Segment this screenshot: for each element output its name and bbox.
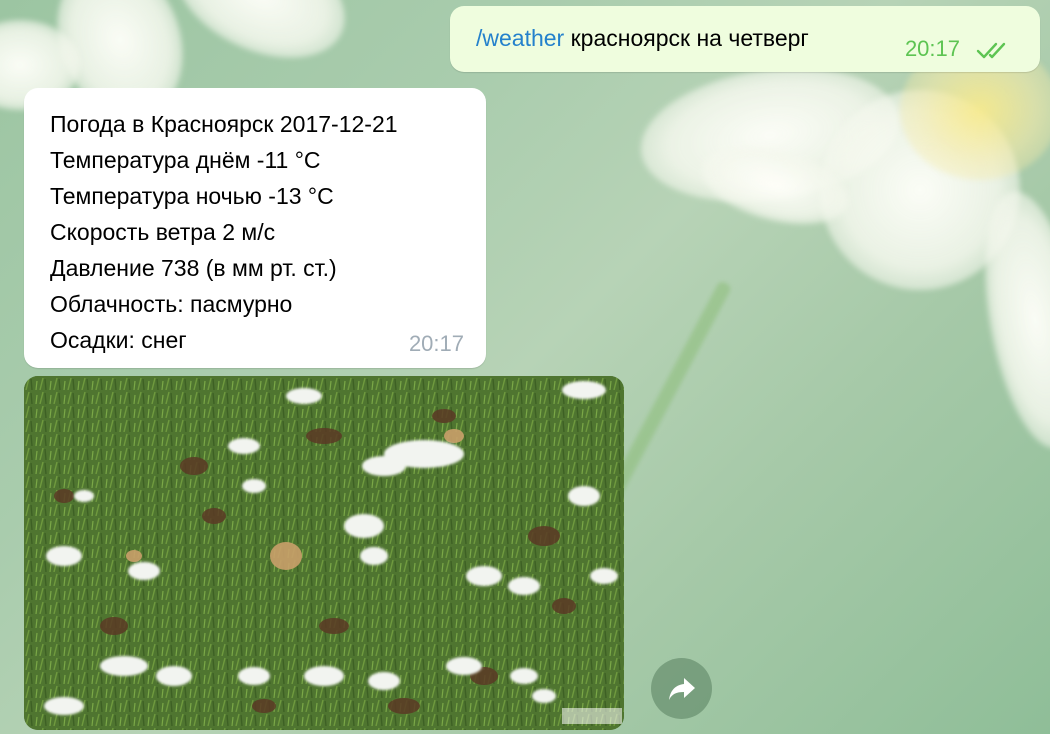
incoming-message-time: 20:17 [408,331,464,356]
share-button[interactable] [651,658,712,719]
weather-wind-line: Скорость ветра 2 м/с [50,219,276,245]
weather-precipitation-line: Осадки: снег [50,327,187,353]
outgoing-message-body: красноярск на четверг [564,25,809,51]
weather-title-line: Погода в Красноярск 2017-12-21 [50,111,398,137]
weather-cloudiness-line: Облачность: пасмурно [50,291,293,317]
outgoing-message-text: /weather красноярск на четверг [476,25,809,52]
incoming-message-bubble[interactable]: Погода в Красноярск 2017-12-21 Температу… [24,88,486,368]
outgoing-message-bubble[interactable]: /weather красноярск на четверг 20:17 [450,6,1040,72]
share-arrow-icon [668,677,695,700]
double-check-icon [976,42,1006,59]
chat-window: /weather красноярск на четверг 20:17 Пог… [0,0,1050,734]
weather-pressure-line: Давление 738 (в мм рт. ст.) [50,255,337,281]
weather-day-temperature-line: Температура днём -11 °C [50,147,321,173]
bot-command-link[interactable]: /weather [476,25,564,51]
outgoing-message-time: 20:17 [904,36,960,61]
weather-report: Погода в Красноярск 2017-12-21 Температу… [50,106,398,358]
weather-photo[interactable] [24,376,624,730]
weather-night-temperature-line: Температура ночью -13 °C [50,183,334,209]
photo-snow-on-grass-image [24,376,624,730]
